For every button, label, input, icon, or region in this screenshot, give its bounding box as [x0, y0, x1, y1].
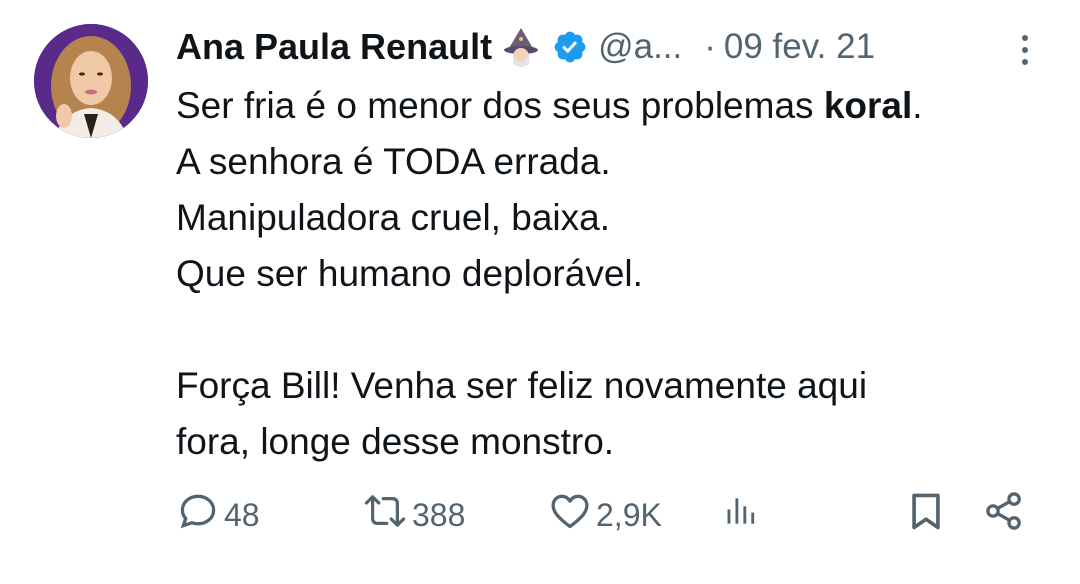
tweet-text-segment: Ser fria é o menor dos seus problemas	[176, 85, 824, 126]
tweet-date[interactable]: 09 fev. 21	[724, 27, 875, 67]
more-options-icon[interactable]	[1010, 30, 1040, 70]
tweet-header: Ana Paula Renault @a... · 09 fev. 21	[176, 22, 875, 72]
bookmark-button[interactable]	[904, 490, 948, 540]
tweet-text-line: Força Bill! Venha ser feliz novamente aq…	[176, 365, 868, 406]
avatar[interactable]	[34, 24, 148, 138]
tweet-text-line: Que ser humano deplorável.	[176, 253, 643, 294]
tweet-text: Ser fria é o menor dos seus problemas ko…	[176, 78, 1056, 470]
retweet-button[interactable]: 388	[362, 490, 465, 540]
tweet-text-line: Ser fria é o menor dos seus problemas ko…	[176, 78, 1056, 134]
author-name[interactable]: Ana Paula Renault	[176, 26, 492, 68]
share-button[interactable]	[982, 490, 1026, 540]
tweet-text-line: fora, longe desse monstro.	[176, 421, 615, 462]
like-button[interactable]: 2,9K	[548, 490, 662, 540]
reply-count: 48	[224, 496, 260, 533]
views-button[interactable]	[722, 490, 760, 540]
retweet-count: 388	[412, 496, 466, 533]
verified-badge-icon	[552, 29, 588, 65]
retweet-icon	[362, 489, 408, 541]
heart-icon	[548, 489, 592, 541]
tweet-text-line: A senhora é TODA errada.	[176, 141, 611, 182]
tweet-text-line: Manipuladora cruel, baixa.	[176, 197, 610, 238]
reply-icon	[176, 489, 220, 541]
like-count: 2,9K	[596, 496, 662, 533]
bookmark-icon	[904, 489, 948, 541]
reply-button[interactable]: 48	[176, 490, 260, 540]
analytics-icon	[722, 489, 760, 541]
tweet-text-segment: .	[912, 85, 923, 126]
tweet-actions: 48 388 2,9K	[176, 490, 1036, 540]
author-handle[interactable]: @a...	[598, 27, 682, 67]
woman-mage-emoji-icon	[500, 26, 542, 68]
separator-dot: ·	[704, 27, 716, 66]
tweet[interactable]: Ana Paula Renault @a... · 09 fev. 21 Ser…	[0, 0, 1080, 584]
share-icon	[982, 489, 1026, 541]
bold-word: koral	[823, 85, 913, 126]
